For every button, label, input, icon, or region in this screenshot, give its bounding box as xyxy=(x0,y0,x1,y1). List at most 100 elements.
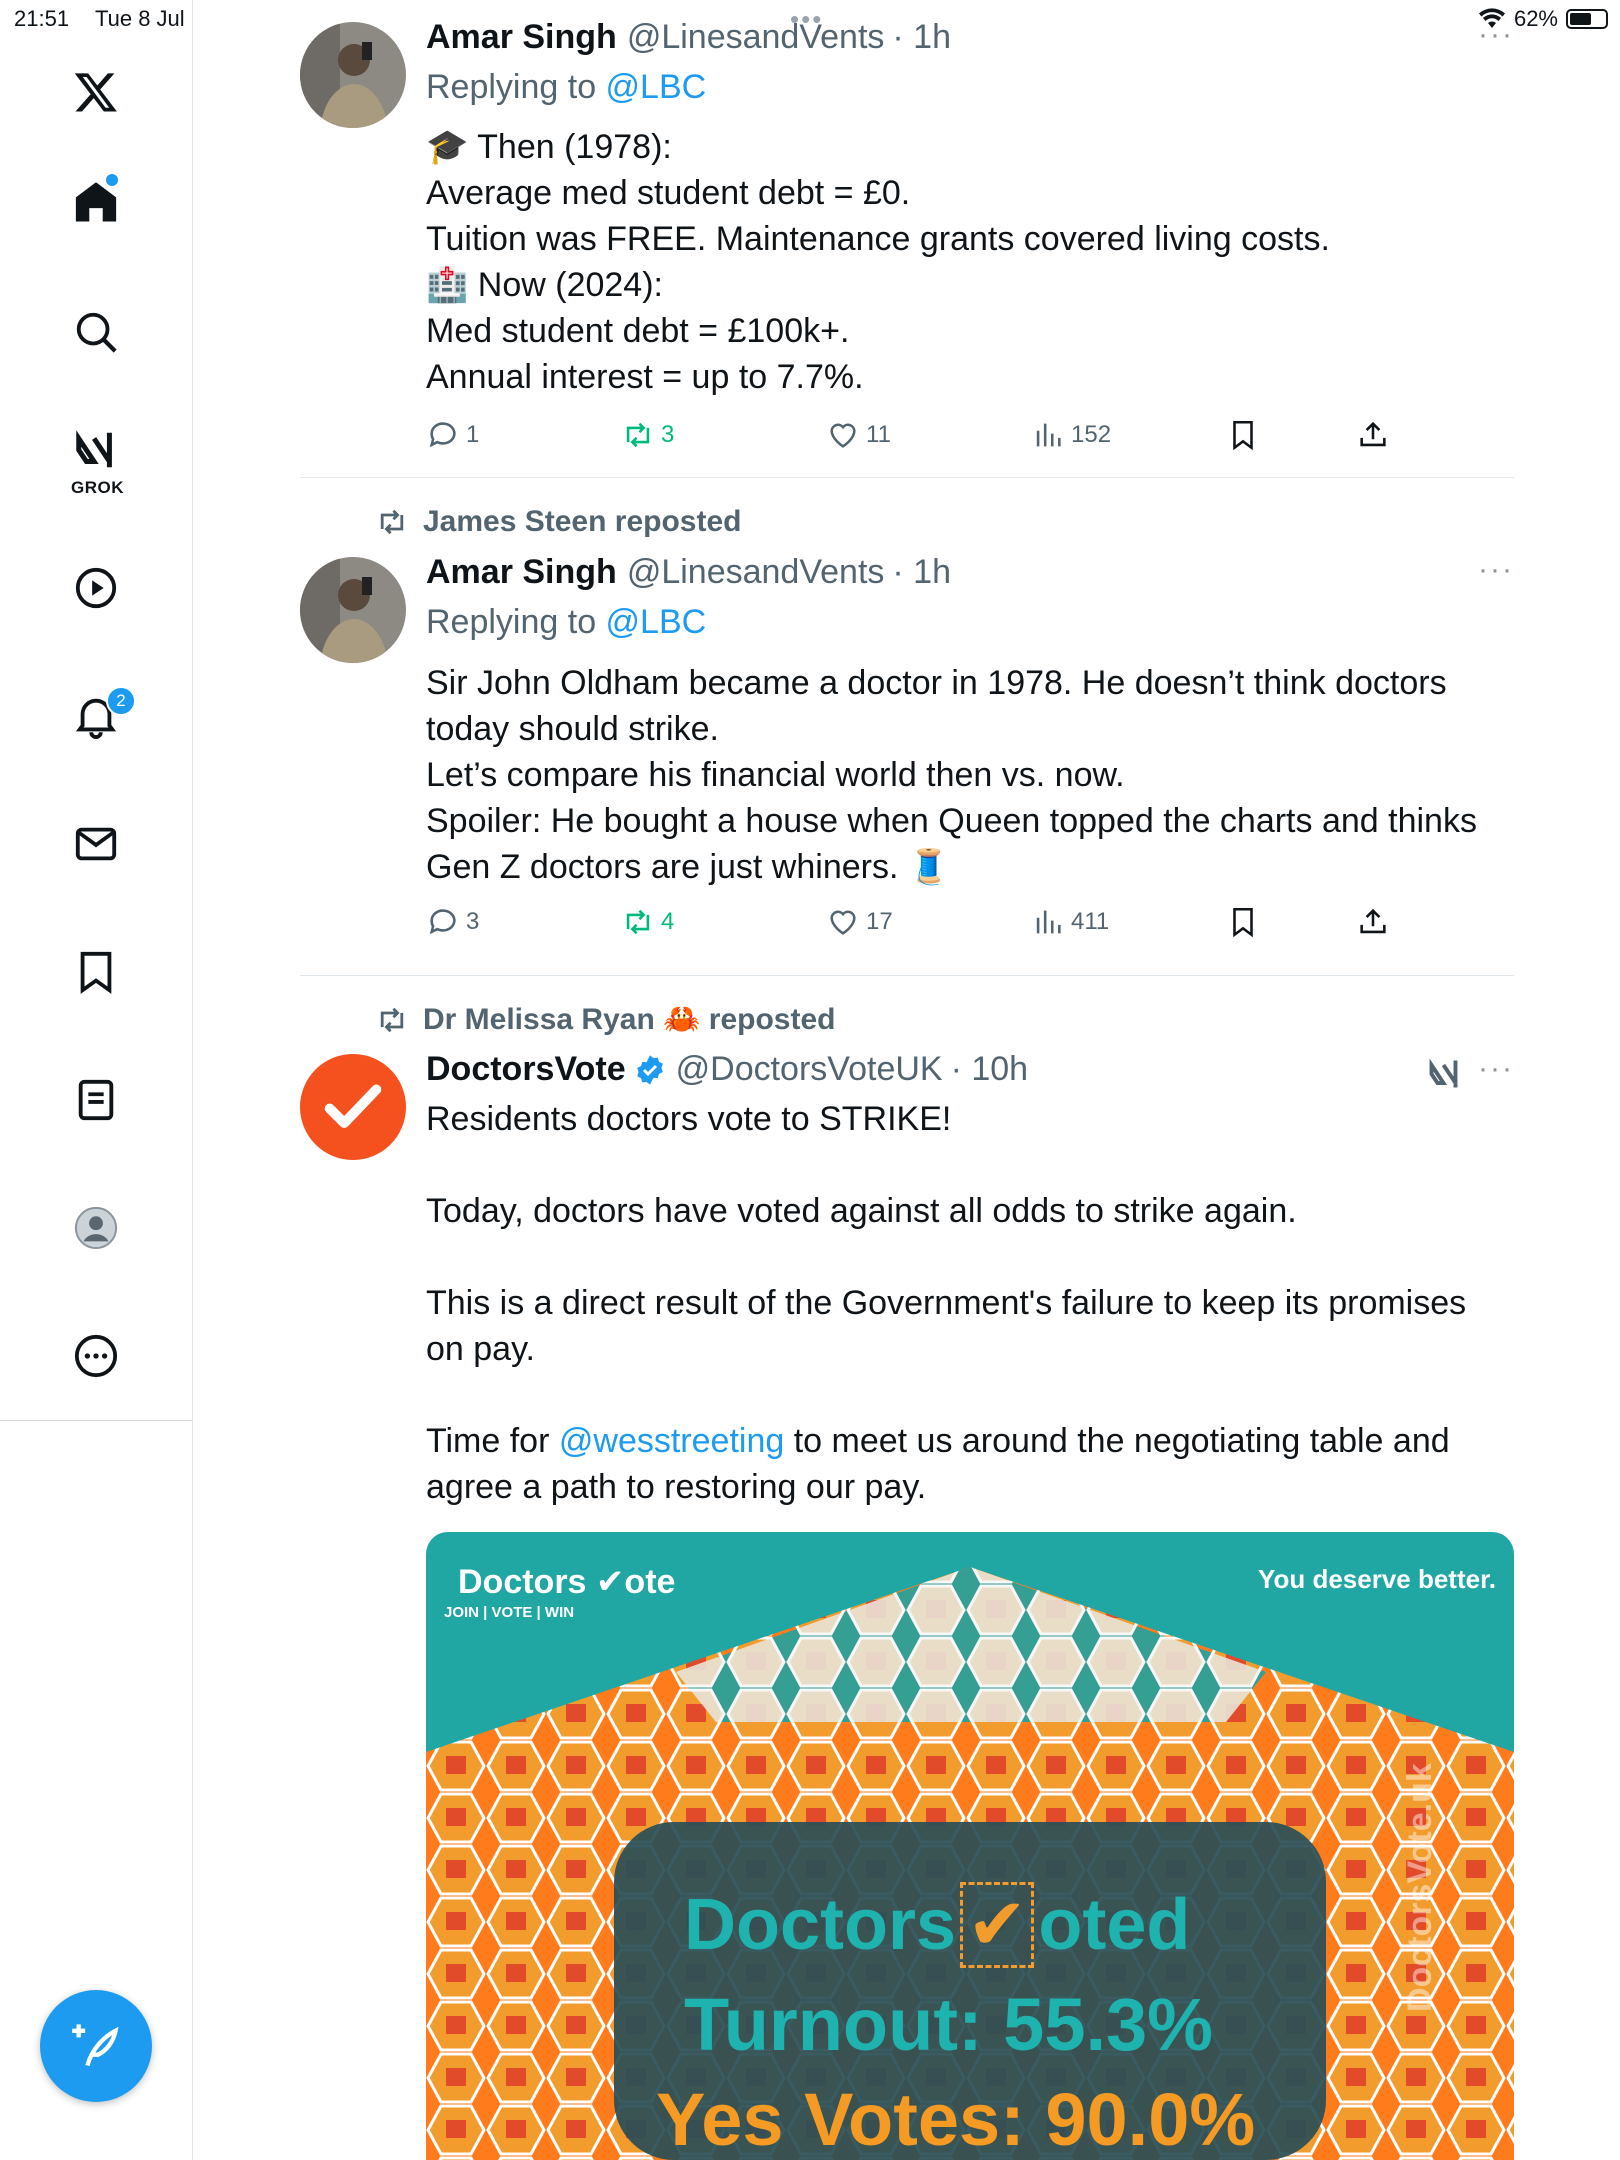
mention-link[interactable]: @wesstreeting xyxy=(559,1422,784,1460)
grok-label: GROK xyxy=(71,478,124,497)
avatar[interactable] xyxy=(300,557,406,663)
text-line: Today, doctors have voted against all od… xyxy=(426,1192,1297,1230)
text-line: Med student debt = £100k+. xyxy=(426,312,850,350)
replying-to: Replying to @LBC xyxy=(426,603,706,642)
mail-icon[interactable] xyxy=(66,814,126,874)
tweet-divider xyxy=(300,477,1514,478)
author-name[interactable]: DoctorsVote xyxy=(426,1050,626,1089)
views-button[interactable]: 411 xyxy=(1031,905,1109,939)
author-name[interactable]: Amar Singh xyxy=(426,553,617,592)
more-options-icon[interactable]: ··· xyxy=(1478,1052,1514,1086)
view-count: 152 xyxy=(1071,421,1112,448)
video-icon[interactable] xyxy=(66,558,126,618)
text-line: 🎓 Then (1978): xyxy=(426,128,672,166)
media-logo: Doctors ✔ote xyxy=(458,1562,675,1602)
grok-explain-icon[interactable] xyxy=(1426,1056,1464,1097)
media-headline-text-2: oted xyxy=(1038,1885,1191,1965)
heart-icon xyxy=(830,910,856,935)
battery-icon xyxy=(1566,9,1608,29)
media-headline-text: Doctors xyxy=(684,1885,957,1965)
battery-fill xyxy=(1570,13,1592,25)
mention-link[interactable]: @LBC xyxy=(606,603,707,641)
like-button[interactable]: 17 xyxy=(826,905,893,939)
tweet-text: Residents doctors vote to STRIKE! Today,… xyxy=(426,1096,1511,1510)
media-logo-sub: JOIN | VOTE | WIN xyxy=(444,1604,575,1621)
replying-label: Replying to xyxy=(426,68,606,106)
text-line: Spoiler: He bought a house when Queen to… xyxy=(426,802,1477,886)
author-handle[interactable]: @LinesandVents xyxy=(627,553,885,592)
views-button[interactable]: 152 xyxy=(1031,418,1111,452)
media-watermark: DoctorsVote.uk xyxy=(1401,1763,1439,2012)
text-line: 🏥 Now (2024): xyxy=(426,266,663,304)
reply-button[interactable]: 3 xyxy=(426,905,479,939)
more-options-icon[interactable]: ··· xyxy=(1478,18,1514,52)
bookmark-button[interactable] xyxy=(1226,418,1260,452)
media-logo-text: Doctors xyxy=(458,1563,587,1601)
repost-icon xyxy=(380,509,404,535)
repost-count: 4 xyxy=(661,908,675,935)
bookmark-button[interactable] xyxy=(1226,905,1260,939)
grok-icon[interactable] xyxy=(66,420,126,480)
reply-count: 3 xyxy=(466,908,480,935)
repost-count: 3 xyxy=(661,421,675,448)
notification-badge: 2 xyxy=(106,686,136,716)
avatar[interactable] xyxy=(300,22,406,128)
more-icon[interactable] xyxy=(66,1326,126,1386)
compose-icon xyxy=(72,2024,119,2067)
like-button[interactable]: 11 xyxy=(826,418,891,452)
bookmark-icon xyxy=(1233,420,1253,451)
media-headline-check-icon: ✔ xyxy=(960,1882,1035,1968)
tweet-media-image[interactable]: Doctors ✔ote JOIN | VOTE | WIN You deser… xyxy=(426,1532,1514,2160)
author-name[interactable]: Amar Singh xyxy=(426,18,617,57)
home-notification-dot xyxy=(106,174,118,186)
profile-icon[interactable] xyxy=(66,1198,126,1258)
share-button[interactable] xyxy=(1356,905,1390,939)
text-line: Annual interest = up to 7.7%. xyxy=(426,358,864,396)
tweet-time: · 10h xyxy=(950,1050,1029,1088)
like-count: 11 xyxy=(866,421,891,448)
repost-button[interactable]: 4 xyxy=(621,905,674,939)
tweet-text: Sir John Oldham became a doctor in 1978.… xyxy=(426,660,1511,890)
repost-button[interactable]: 3 xyxy=(621,418,674,452)
tweet-text: 🎓 Then (1978): Average med student debt … xyxy=(426,124,1511,400)
verified-badge-icon xyxy=(636,1054,663,1085)
reposted-by[interactable]: Dr Melissa Ryan 🦀 reposted xyxy=(423,1002,836,1037)
reposted-by[interactable]: James Steen reposted xyxy=(423,505,741,539)
media-logo-check-icon: ✔ xyxy=(595,1563,625,1601)
checkmark-logo-icon xyxy=(324,1084,382,1128)
reply-icon xyxy=(429,422,456,448)
search-icon[interactable] xyxy=(66,302,126,362)
bookmark-icon[interactable] xyxy=(66,942,126,1002)
share-button[interactable] xyxy=(1356,418,1390,452)
avatar[interactable] xyxy=(300,1054,406,1160)
mention-link[interactable]: @LBC xyxy=(606,68,707,106)
text-line: Residents doctors vote to STRIKE! xyxy=(426,1100,952,1138)
bookmark-icon xyxy=(1233,907,1253,938)
lists-icon[interactable] xyxy=(66,1070,126,1130)
repost-icon xyxy=(626,422,650,448)
author-handle[interactable]: @DoctorsVoteUK xyxy=(676,1050,943,1089)
compose-button[interactable] xyxy=(40,1990,152,2102)
repost-icon xyxy=(380,1007,404,1032)
reply-count: 1 xyxy=(466,421,480,448)
like-count: 17 xyxy=(866,908,893,935)
text-line: Average med student debt = £0. xyxy=(426,174,911,212)
view-count: 411 xyxy=(1071,908,1110,935)
share-icon xyxy=(1360,421,1386,447)
reply-button[interactable]: 1 xyxy=(426,418,479,452)
sidebar: GROK 2 xyxy=(0,0,193,2160)
author-handle[interactable]: @LinesandVents xyxy=(627,18,885,57)
reply-icon xyxy=(429,909,456,935)
media-yes-votes: Yes Votes: 90.0% xyxy=(656,2078,1256,2160)
text-line: Time for @wesstreeting to meet us around… xyxy=(426,1418,1511,1510)
tweet-time: · 1h xyxy=(892,18,951,56)
more-options-icon[interactable]: ··· xyxy=(1478,553,1514,587)
repost-label: Dr Melissa Ryan 🦀 reposted xyxy=(375,1002,836,1037)
text-fragment: Time for xyxy=(426,1422,559,1460)
tweet-header: DoctorsVote @DoctorsVoteUK · 10h xyxy=(426,1050,1028,1089)
x-logo-icon[interactable] xyxy=(66,62,126,122)
share-icon xyxy=(1360,908,1386,934)
